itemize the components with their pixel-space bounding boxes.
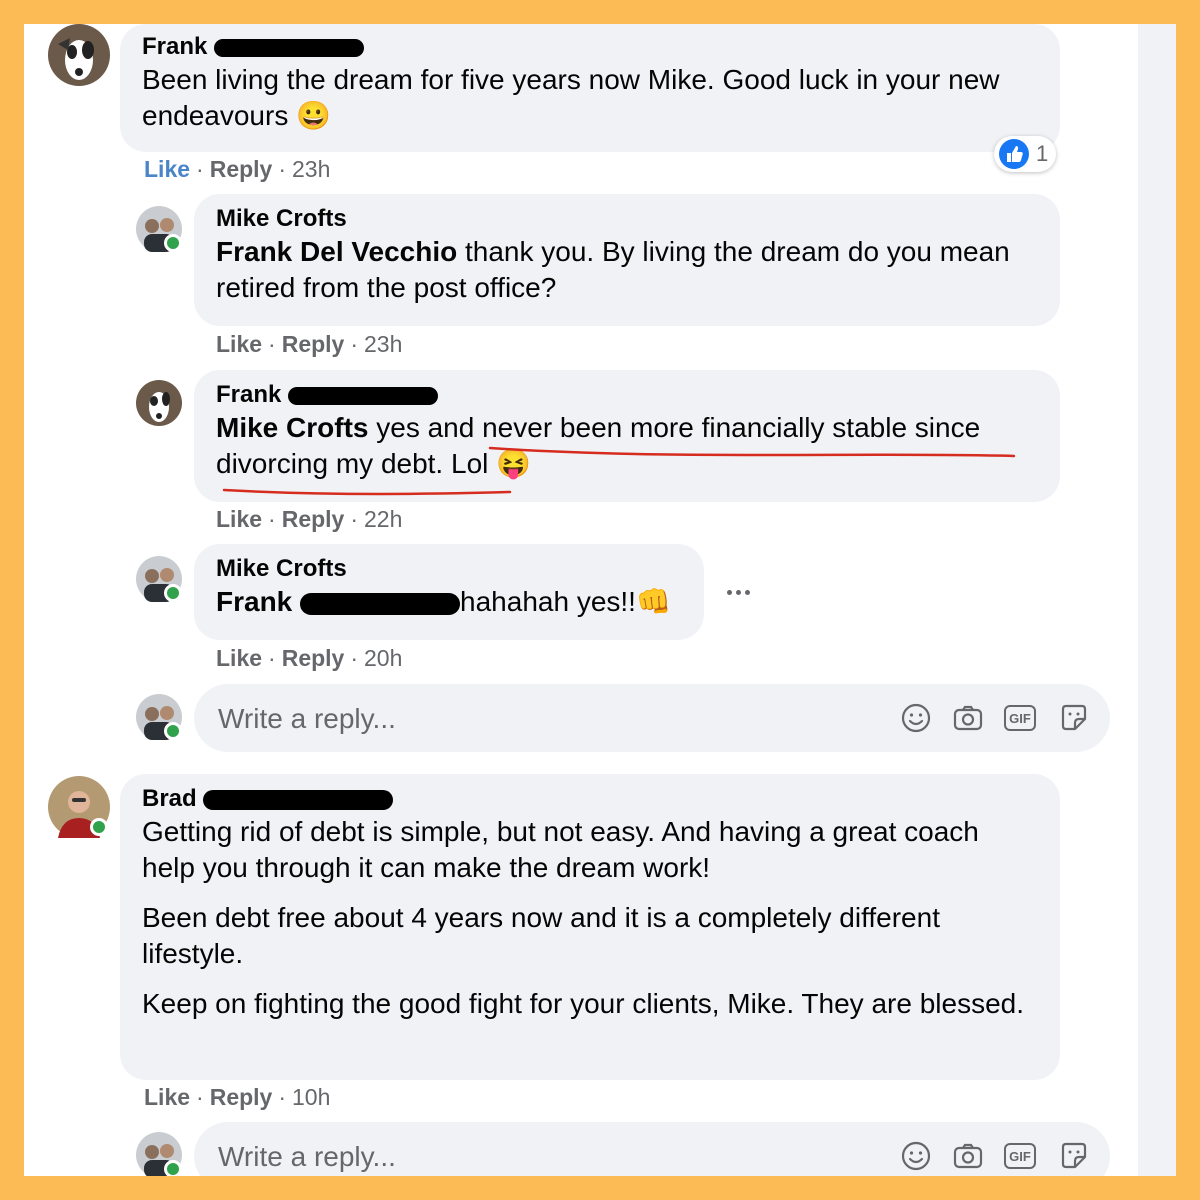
redacted-name (214, 38, 365, 57)
redacted-name (203, 789, 394, 810)
comment-actions: Like · Reply · 20h (216, 645, 403, 671)
reply-button[interactable]: Reply (282, 331, 345, 357)
reply-button[interactable]: Reply (210, 156, 273, 182)
like-button[interactable]: Like (144, 1084, 190, 1110)
comment-actions: Like · Reply · 23h (216, 331, 403, 357)
timestamp[interactable]: 23h (364, 331, 402, 357)
comment-actions: Like · Reply · 22h (216, 506, 403, 532)
reaction-count-label: 1 (1036, 141, 1049, 166)
online-status-badge (164, 1160, 182, 1176)
comment-actions: Like · Reply · 10h (144, 1084, 331, 1110)
comment-author[interactable]: Frank (142, 32, 1038, 62)
timestamp[interactable]: 23h (292, 156, 330, 182)
mention-link[interactable]: Frank Del Vecchio (216, 236, 457, 267)
reply-composer: GIF (194, 684, 1110, 754)
comment-bubble: Mike Crofts Frank Del Vecchio thank you.… (194, 194, 1060, 326)
camera-icon[interactable] (951, 1139, 985, 1173)
reaction-count[interactable]: 1 (994, 136, 1057, 172)
avatar[interactable] (136, 1132, 182, 1176)
more-options-icon[interactable] (718, 580, 758, 604)
online-status-badge (164, 722, 182, 740)
comment-author[interactable]: Mike Crofts (216, 204, 1038, 234)
like-button[interactable]: Like (216, 645, 262, 671)
avatar[interactable] (136, 380, 182, 426)
reply-input[interactable] (216, 684, 840, 754)
redacted-name (300, 592, 461, 615)
comments-panel: Frank Been living the dream for five yea… (24, 24, 1176, 1176)
grinning-emoji-icon: 😀 (296, 100, 331, 131)
timestamp[interactable]: 20h (364, 645, 402, 671)
reply-button[interactable]: Reply (282, 506, 345, 532)
comment-paragraph: Been debt free about 4 years now and it … (142, 902, 940, 969)
scrollbar-track[interactable] (1138, 24, 1176, 1176)
comment-text: Been living the dream for five years now… (142, 64, 1000, 131)
like-button[interactable]: Like (144, 156, 190, 182)
comment-author[interactable]: Mike Crofts (216, 554, 682, 584)
camera-icon[interactable] (951, 701, 985, 735)
comment-text: Frank hahahah yes!!👊 (216, 586, 671, 617)
fist-emoji-icon: 👊 (635, 586, 671, 617)
gif-icon[interactable]: GIF (1004, 1143, 1036, 1169)
avatar[interactable] (136, 694, 182, 740)
emoji-icon[interactable] (899, 701, 933, 735)
avatar[interactable] (48, 776, 110, 838)
gif-icon[interactable]: GIF (1004, 705, 1036, 731)
sticker-icon[interactable] (1057, 701, 1091, 735)
mention-link[interactable]: Mike Crofts (216, 412, 368, 443)
timestamp[interactable]: 22h (364, 506, 402, 532)
reply-input[interactable] (216, 1122, 840, 1176)
emoji-icon[interactable] (899, 1139, 933, 1173)
comment-text: Frank Del Vecchio thank you. By living t… (216, 236, 1010, 303)
comment-text: Getting rid of debt is simple, but not e… (142, 814, 1038, 1022)
mention-link[interactable]: Frank (216, 586, 292, 617)
thumbs-up-icon (999, 139, 1029, 169)
timestamp[interactable]: 10h (292, 1084, 330, 1110)
comment-bubble: Brad Getting rid of debt is simple, but … (120, 774, 1060, 1080)
red-underline-annotation (222, 446, 1016, 496)
comment-author[interactable]: Frank (216, 380, 1038, 410)
redacted-name (288, 386, 439, 405)
reply-button[interactable]: Reply (282, 645, 345, 671)
sticker-icon[interactable] (1057, 1139, 1091, 1173)
comment-author[interactable]: Brad (142, 784, 1038, 814)
comment-paragraph: Keep on fighting the good fight for your… (142, 988, 1024, 1019)
online-status-badge (90, 818, 108, 836)
comment-bubble: Mike Crofts Frank hahahah yes!!👊 (194, 544, 704, 640)
avatar[interactable] (136, 206, 182, 252)
comment-paragraph: Getting rid of debt is simple, but not e… (142, 816, 979, 883)
like-button[interactable]: Like (216, 506, 262, 532)
comment-bubble: Frank Been living the dream for five yea… (120, 24, 1060, 152)
avatar[interactable] (48, 24, 110, 86)
online-status-badge (164, 234, 182, 252)
comment-actions: Like · Reply · 23h (144, 156, 331, 182)
reply-button[interactable]: Reply (210, 1084, 273, 1110)
reply-composer: GIF (194, 1122, 1110, 1176)
like-button[interactable]: Like (216, 331, 262, 357)
online-status-badge (164, 584, 182, 602)
avatar[interactable] (136, 556, 182, 602)
